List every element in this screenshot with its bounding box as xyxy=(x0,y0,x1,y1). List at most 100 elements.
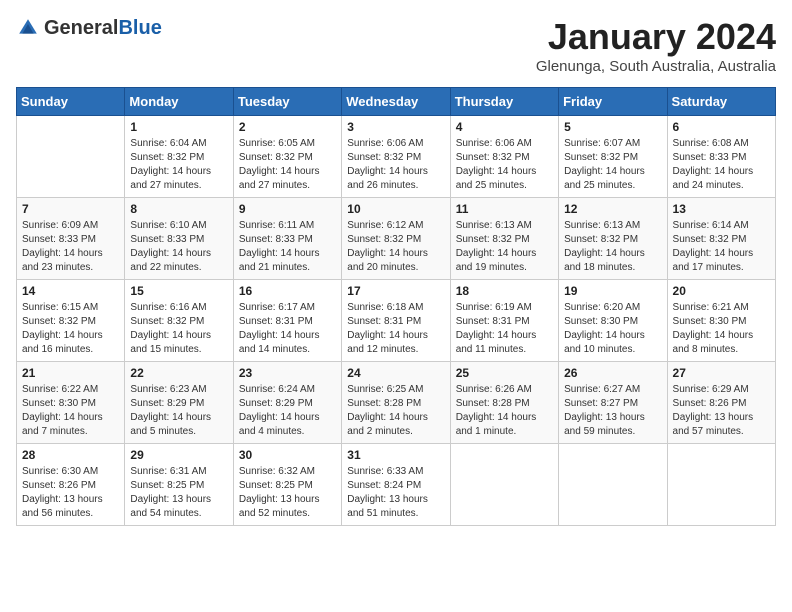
week-row-2: 14 Sunrise: 6:15 AMSunset: 8:32 PMDayligh… xyxy=(17,280,776,362)
day-info: Sunrise: 6:31 AMSunset: 8:25 PMDaylight:… xyxy=(130,465,227,521)
day-number: 30 xyxy=(239,448,336,462)
day-number: 9 xyxy=(239,202,336,216)
calendar-cell: 12Sunrise: 6:13 AMSunset: 8:32 PMDayligh… xyxy=(559,198,667,280)
calendar-cell: 20 Sunrise: 6:21 AMSunset: 8:30 PMDayligh… xyxy=(667,280,775,362)
calendar-cell: 1 Sunrise: 6:04 AMSunset: 8:32 PMDaylight… xyxy=(125,116,233,198)
day-info: Sunrise: 6:12 AMSunset: 8:32 PMDaylight:… xyxy=(347,219,444,275)
week-row-4: 28Sunrise: 6:30 AMSunset: 8:26 PMDayligh… xyxy=(17,444,776,526)
day-header-friday: Friday xyxy=(559,88,667,116)
day-info: Sunrise: 6:22 AMSunset: 8:30 PMDaylight:… xyxy=(22,383,119,439)
day-info: Sunrise: 6:15 AMSunset: 8:32 PMDaylight:… xyxy=(22,301,119,357)
logo-blue: Blue xyxy=(118,17,161,39)
day-number: 27 xyxy=(673,366,770,380)
calendar-cell: 26 Sunrise: 6:27 AMSunset: 8:27 PMDayligh… xyxy=(559,362,667,444)
day-number: 19 xyxy=(564,284,661,298)
calendar-cell: 21 Sunrise: 6:22 AMSunset: 8:30 PMDayligh… xyxy=(17,362,125,444)
day-number: 13 xyxy=(673,202,770,216)
day-number: 31 xyxy=(347,448,444,462)
day-info: Sunrise: 6:13 AMSunset: 8:32 PMDaylight:… xyxy=(564,219,661,275)
calendar-cell: 3Sunrise: 6:06 AMSunset: 8:32 PMDaylight… xyxy=(342,116,450,198)
calendar-cell xyxy=(450,444,558,526)
day-info: Sunrise: 6:17 AMSunset: 8:31 PMDaylight:… xyxy=(239,301,336,357)
location-subtitle: Glenunga, South Australia, Australia xyxy=(536,58,776,75)
calendar-cell: 22 Sunrise: 6:23 AMSunset: 8:29 PMDayligh… xyxy=(125,362,233,444)
calendar-cell: 25Sunrise: 6:26 AMSunset: 8:28 PMDayligh… xyxy=(450,362,558,444)
calendar-cell: 29 Sunrise: 6:31 AMSunset: 8:25 PMDayligh… xyxy=(125,444,233,526)
day-number: 18 xyxy=(456,284,553,298)
calendar-cell: 15 Sunrise: 6:16 AMSunset: 8:32 PMDayligh… xyxy=(125,280,233,362)
day-info: Sunrise: 6:27 AMSunset: 8:27 PMDaylight:… xyxy=(564,383,661,439)
day-info: Sunrise: 6:05 AMSunset: 8:32 PMDaylight:… xyxy=(239,137,336,193)
day-number: 7 xyxy=(22,202,119,216)
calendar-cell: 27 Sunrise: 6:29 AMSunset: 8:26 PMDayligh… xyxy=(667,362,775,444)
day-number: 15 xyxy=(130,284,227,298)
day-header-saturday: Saturday xyxy=(667,88,775,116)
calendar-cell: 9 Sunrise: 6:11 AMSunset: 8:33 PMDaylight… xyxy=(233,198,341,280)
day-number: 1 xyxy=(130,120,227,134)
day-info: Sunrise: 6:14 AMSunset: 8:32 PMDaylight:… xyxy=(673,219,770,275)
day-header-wednesday: Wednesday xyxy=(342,88,450,116)
day-info: Sunrise: 6:32 AMSunset: 8:25 PMDaylight:… xyxy=(239,465,336,521)
calendar-cell xyxy=(667,444,775,526)
calendar-cell: 19 Sunrise: 6:20 AMSunset: 8:30 PMDayligh… xyxy=(559,280,667,362)
day-number: 29 xyxy=(130,448,227,462)
day-info: Sunrise: 6:30 AMSunset: 8:26 PMDaylight:… xyxy=(22,465,119,521)
calendar-cell: 30 Sunrise: 6:32 AMSunset: 8:25 PMDayligh… xyxy=(233,444,341,526)
calendar-cell: 10 Sunrise: 6:12 AMSunset: 8:32 PMDayligh… xyxy=(342,198,450,280)
day-info: Sunrise: 6:20 AMSunset: 8:30 PMDaylight:… xyxy=(564,301,661,357)
calendar-cell: 17Sunrise: 6:18 AMSunset: 8:31 PMDayligh… xyxy=(342,280,450,362)
calendar-cell: 5 Sunrise: 6:07 AMSunset: 8:32 PMDaylight… xyxy=(559,116,667,198)
day-header-monday: Monday xyxy=(125,88,233,116)
day-number: 14 xyxy=(22,284,119,298)
calendar-cell xyxy=(17,116,125,198)
day-number: 10 xyxy=(347,202,444,216)
day-info: Sunrise: 6:08 AMSunset: 8:33 PMDaylight:… xyxy=(673,137,770,193)
logo-icon xyxy=(16,16,40,40)
day-info: Sunrise: 6:06 AMSunset: 8:32 PMDaylight:… xyxy=(456,137,553,193)
day-info: Sunrise: 6:19 AMSunset: 8:31 PMDaylight:… xyxy=(456,301,553,357)
calendar-cell: 23Sunrise: 6:24 AMSunset: 8:29 PMDayligh… xyxy=(233,362,341,444)
day-info: Sunrise: 6:13 AMSunset: 8:32 PMDaylight:… xyxy=(456,219,553,275)
calendar-cell: 24 Sunrise: 6:25 AMSunset: 8:28 PMDayligh… xyxy=(342,362,450,444)
week-row-1: 7 Sunrise: 6:09 AMSunset: 8:33 PMDaylight… xyxy=(17,198,776,280)
calendar-cell: 8Sunrise: 6:10 AMSunset: 8:33 PMDaylight… xyxy=(125,198,233,280)
day-info: Sunrise: 6:06 AMSunset: 8:32 PMDaylight:… xyxy=(347,137,444,193)
month-title: January 2024 xyxy=(536,16,776,58)
day-info: Sunrise: 6:07 AMSunset: 8:32 PMDaylight:… xyxy=(564,137,661,193)
day-number: 11 xyxy=(456,202,553,216)
day-number: 17 xyxy=(347,284,444,298)
day-info: Sunrise: 6:04 AMSunset: 8:32 PMDaylight:… xyxy=(130,137,227,193)
day-info: Sunrise: 6:23 AMSunset: 8:29 PMDaylight:… xyxy=(130,383,227,439)
header-row: SundayMondayTuesdayWednesdayThursdayFrid… xyxy=(17,88,776,116)
calendar-cell: 28Sunrise: 6:30 AMSunset: 8:26 PMDayligh… xyxy=(17,444,125,526)
day-info: Sunrise: 6:11 AMSunset: 8:33 PMDaylight:… xyxy=(239,219,336,275)
day-number: 5 xyxy=(564,120,661,134)
calendar-table: SundayMondayTuesdayWednesdayThursdayFrid… xyxy=(16,87,776,526)
calendar-cell: 2 Sunrise: 6:05 AMSunset: 8:32 PMDaylight… xyxy=(233,116,341,198)
title-section: January 2024 Glenunga, South Australia, … xyxy=(536,16,776,75)
day-number: 26 xyxy=(564,366,661,380)
day-number: 2 xyxy=(239,120,336,134)
day-number: 21 xyxy=(22,366,119,380)
day-info: Sunrise: 6:29 AMSunset: 8:26 PMDaylight:… xyxy=(673,383,770,439)
day-number: 6 xyxy=(673,120,770,134)
day-header-sunday: Sunday xyxy=(17,88,125,116)
day-info: Sunrise: 6:09 AMSunset: 8:33 PMDaylight:… xyxy=(22,219,119,275)
day-header-thursday: Thursday xyxy=(450,88,558,116)
day-info: Sunrise: 6:25 AMSunset: 8:28 PMDaylight:… xyxy=(347,383,444,439)
day-number: 4 xyxy=(456,120,553,134)
day-number: 24 xyxy=(347,366,444,380)
logo-general: General xyxy=(44,17,118,39)
day-info: Sunrise: 6:16 AMSunset: 8:32 PMDaylight:… xyxy=(130,301,227,357)
calendar-cell: 7 Sunrise: 6:09 AMSunset: 8:33 PMDaylight… xyxy=(17,198,125,280)
day-number: 8 xyxy=(130,202,227,216)
day-info: Sunrise: 6:21 AMSunset: 8:30 PMDaylight:… xyxy=(673,301,770,357)
day-info: Sunrise: 6:24 AMSunset: 8:29 PMDaylight:… xyxy=(239,383,336,439)
calendar-cell: 13 Sunrise: 6:14 AMSunset: 8:32 PMDayligh… xyxy=(667,198,775,280)
day-info: Sunrise: 6:33 AMSunset: 8:24 PMDaylight:… xyxy=(347,465,444,521)
calendar-cell: 11 Sunrise: 6:13 AMSunset: 8:32 PMDayligh… xyxy=(450,198,558,280)
day-number: 20 xyxy=(673,284,770,298)
day-number: 22 xyxy=(130,366,227,380)
day-header-tuesday: Tuesday xyxy=(233,88,341,116)
header: GeneralBlue January 2024 Glenunga, South… xyxy=(16,16,776,75)
